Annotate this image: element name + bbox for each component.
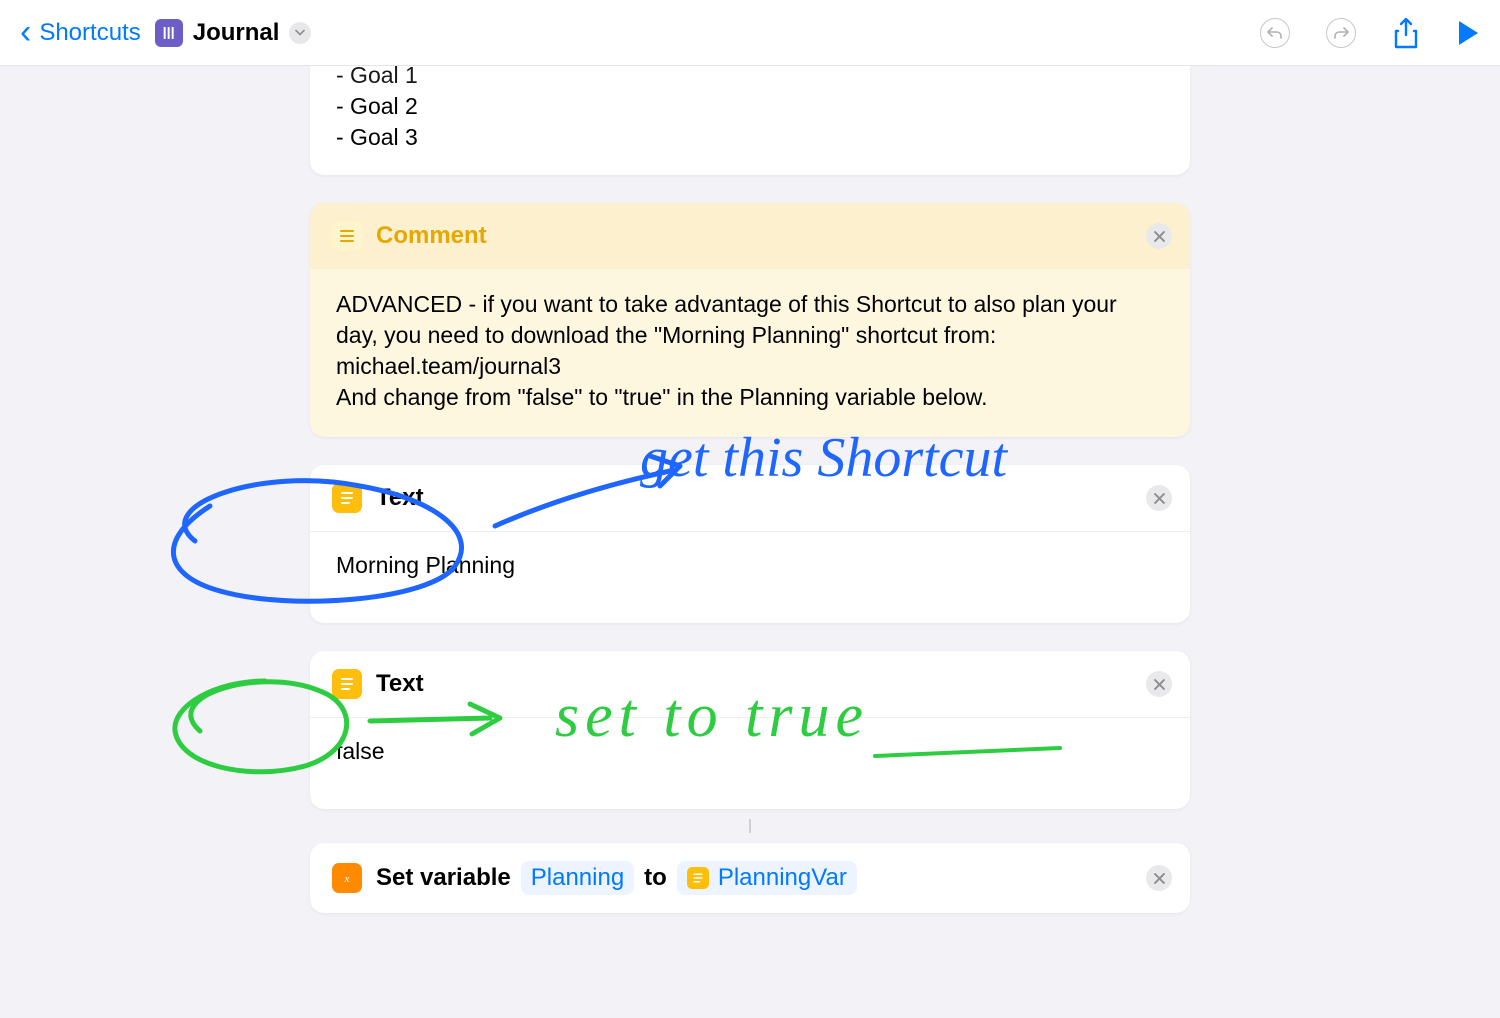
goal-line: - Goal 3: [336, 122, 1164, 153]
text-action-value[interactable]: Morning Planning: [310, 532, 1190, 623]
goal-line: - Goal 1: [336, 66, 1164, 91]
setvar-header: x Set variable Planning to PlanningVar: [310, 843, 1190, 913]
comment-title: Comment: [376, 222, 487, 250]
text-icon: [332, 669, 362, 699]
comment-body[interactable]: ADVANCED - if you want to take advantage…: [310, 269, 1190, 437]
text-action-header: Text: [310, 651, 1190, 717]
to-word: to: [644, 864, 667, 892]
title-dropdown-button[interactable]: [289, 22, 311, 44]
undo-button[interactable]: [1260, 18, 1290, 48]
svg-text:x: x: [344, 873, 350, 885]
variable-value-name: PlanningVar: [718, 864, 847, 892]
text-action-false[interactable]: Text false: [310, 651, 1190, 809]
share-button[interactable]: [1392, 17, 1420, 49]
variable-name-token[interactable]: Planning: [521, 861, 634, 895]
set-variable-action[interactable]: x Set variable Planning to PlanningVar: [310, 843, 1190, 913]
remove-action-button[interactable]: [1146, 671, 1172, 697]
goal-line: - Goal 2: [336, 91, 1164, 122]
run-button[interactable]: [1456, 19, 1480, 47]
comment-icon: [332, 221, 362, 251]
text-action-header: Text: [310, 465, 1190, 531]
remove-action-button[interactable]: [1146, 223, 1172, 249]
text-action-body[interactable]: - Goal 1 - Goal 2 - Goal 3: [310, 66, 1190, 175]
variable-icon: x: [332, 863, 362, 893]
remove-action-button[interactable]: [1146, 865, 1172, 891]
redo-button[interactable]: [1326, 18, 1356, 48]
setvar-row: Set variable Planning to PlanningVar: [376, 861, 857, 895]
text-action-title: Text: [376, 670, 424, 698]
variable-value-token[interactable]: PlanningVar: [677, 861, 857, 895]
shortcut-title: Journal: [193, 19, 280, 47]
action-connector: [749, 819, 751, 833]
app-header: ‹ Shortcuts Journal: [0, 0, 1500, 66]
text-action-title: Text: [376, 484, 424, 512]
text-action-morning-planning[interactable]: Text Morning Planning: [310, 465, 1190, 623]
text-action-goals[interactable]: - Goal 1 - Goal 2 - Goal 3: [310, 66, 1190, 175]
editor-canvas: - Goal 1 - Goal 2 - Goal 3 Comment ADVAN…: [0, 66, 1500, 1018]
text-icon: [332, 483, 362, 513]
text-token-icon: [687, 867, 709, 889]
text-action-value[interactable]: false: [310, 718, 1190, 809]
header-actions: [1260, 17, 1480, 49]
comment-header: Comment: [310, 203, 1190, 269]
setvar-label: Set variable: [376, 864, 511, 892]
back-chevron-icon[interactable]: ‹: [20, 13, 31, 52]
back-button-label[interactable]: Shortcuts: [39, 19, 140, 47]
comment-action[interactable]: Comment ADVANCED - if you want to take a…: [310, 203, 1190, 437]
shortcut-app-icon: [155, 19, 183, 47]
remove-action-button[interactable]: [1146, 485, 1172, 511]
